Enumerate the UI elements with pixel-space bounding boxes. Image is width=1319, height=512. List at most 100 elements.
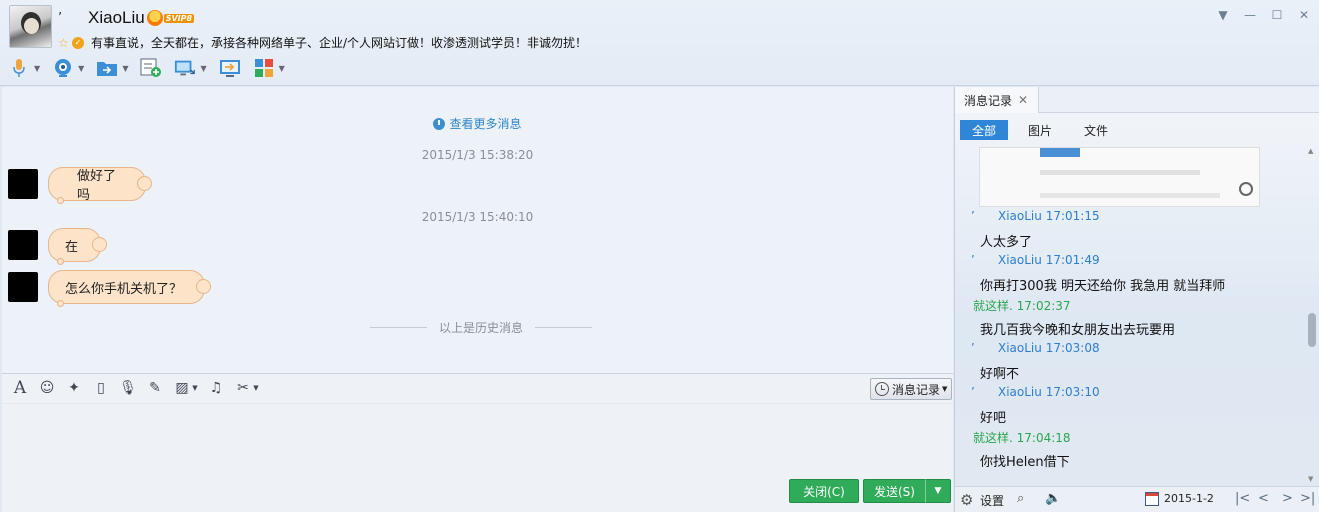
screenshot-video-icon[interactable]: ▯ [92,379,110,397]
window-controls: ▼ — ☐ ✕ [1216,8,1311,22]
remote-assist-button[interactable] [219,55,241,81]
vip-badge[interactable]: SVIP8 [163,13,195,23]
filter-images[interactable]: 图片 [1016,120,1064,140]
input-toolbar: A ☺ ✦ ▯ 🎙 ✎ ▨ ▼ ♫ ✂ ▼ 消息记录 ▼ [2,373,953,403]
history-self-line: 就这样. 17:02:37 [973,299,1071,313]
scroll-down-icon[interactable]: ▼ [1308,475,1313,483]
chevron-down-icon[interactable]: ▼ [253,379,259,397]
add-contact-button[interactable] [140,55,162,81]
message-bubble[interactable]: 做好了吗 [48,167,152,204]
history-message-text: 人太多了 [980,235,1033,250]
tab-message-history[interactable]: 消息记录 ✕ [955,87,1039,113]
next-page-icon[interactable]: > [1282,491,1293,506]
thumbnail-text-line [1040,170,1200,175]
remote-assist-icon [219,57,241,79]
sender-avatar[interactable] [8,230,38,260]
speaker-icon[interactable]: 🔈 [1045,491,1061,506]
contact-name[interactable]: XiaoLiu [88,8,145,28]
message-text: 做好了吗 [77,169,117,203]
chat-header: ’ XiaoLiu SVIP8 ☆ ✓ 有事直说，全天都在，承接各种网络单子、企… [0,0,1319,86]
last-page-icon[interactable]: >| [1300,491,1315,506]
history-list[interactable]: ’ XiaoLiu 17:01:15 人太多了 ’ XiaoLiu 17:01:49… [955,145,1303,485]
message-bubble[interactable]: 在 [48,228,108,265]
history-message-text: 你再打300我 明天还给你 我急用 就当拜师 [980,279,1226,294]
history-self-line: 就这样. 17:04:18 [973,431,1071,445]
zoom-in-icon[interactable] [1239,182,1253,196]
voice-message-icon[interactable]: 🎙 [119,379,137,397]
panel-tab-bar: 消息记录 ✕ [955,87,1319,113]
font-icon[interactable]: A [11,378,29,398]
sender-mark: ’ [971,209,975,223]
edit-icon[interactable]: ✎ [146,379,164,397]
image-icon[interactable]: ▨ [173,379,191,397]
chevron-down-icon[interactable]: ▼ [34,64,40,73]
sender-avatar[interactable] [8,169,38,199]
scroll-up-icon[interactable]: ▲ [1308,147,1313,155]
scissors-icon[interactable]: ✂ [234,379,252,397]
signature-row: ☆ ✓ 有事直说，全天都在，承接各种网络单子、企业/个人网站订做！收渗透测试学员… [58,34,587,51]
screen-share-button[interactable]: ▼ [174,55,207,81]
history-date[interactable]: 2015-1-2 [1164,492,1214,505]
message-item: 做好了吗 [8,167,152,204]
message-bubble[interactable]: 怎么你手机关机了？ [48,270,212,307]
send-options-button[interactable]: ▼ [925,479,951,503]
dropdown-icon[interactable]: ▼ [1216,8,1230,22]
first-page-icon[interactable]: |< [1235,491,1250,506]
separator-line [370,327,427,328]
history-sender-line: ’ XiaoLiu 17:01:49 [955,253,1303,267]
chevron-down-icon[interactable]: ▼ [200,64,206,73]
file-transfer-icon [96,57,118,79]
maximize-icon[interactable]: ☐ [1270,8,1284,22]
previous-page-icon[interactable]: < [1258,491,1269,506]
message-timestamp: 2015/1/3 15:40:10 [421,210,534,224]
message-history-button[interactable]: 消息记录 ▼ [870,378,952,400]
voice-call-button[interactable]: ▼ [8,55,40,81]
settings-button[interactable]: 设置 [980,492,1004,509]
chevron-down-icon[interactable]: ▼ [122,64,128,73]
contact-avatar[interactable] [9,5,52,48]
apps-button[interactable]: ▼ [253,55,285,81]
minimize-icon[interactable]: — [1243,8,1257,22]
vip-icon [146,10,163,26]
chevron-down-icon: ▼ [942,385,948,393]
history-sender-text: XiaoLiu 17:01:49 [998,253,1100,267]
video-call-button[interactable]: ▼ [52,55,84,81]
history-filter-tabs: 全部 图片 文件 [960,120,1128,140]
emoji-icon[interactable]: ☺ [38,379,56,397]
history-message-text: 我几百我今晚和女朋友出去玩要用 [980,323,1176,338]
magic-wand-icon[interactable]: ✦ [65,379,83,397]
chevron-down-icon[interactable]: ▼ [192,379,198,397]
contact-signature: 有事直说，全天都在，承接各种网络单子、企业/个人网站订做！收渗透测试学员！非诚勿… [91,36,588,50]
more-history-link[interactable]: 查看更多消息 [2,115,953,132]
send-file-button[interactable]: ▼ [96,55,128,81]
close-icon[interactable]: ✕ [1297,8,1311,22]
message-item: 在 [8,228,108,265]
sender-avatar[interactable] [8,272,38,302]
history-message-text: 你找Helen借下 [980,455,1070,470]
message-item: 怎么你手机关机了？ [8,270,212,307]
contact-name-row: ’ XiaoLiu SVIP8 [58,8,195,28]
add-contact-icon [140,57,162,79]
filter-all[interactable]: 全部 [960,120,1008,140]
scrollbar-thumb[interactable] [1308,313,1316,347]
gear-icon[interactable]: ⚙ [960,491,973,509]
chevron-down-icon[interactable]: ▼ [279,64,285,73]
thumbnail-button-shape [1040,148,1080,157]
sender-mark: ’ [971,253,975,267]
close-button[interactable]: 关闭(C) [789,479,859,503]
search-icon[interactable]: ⌕ [1017,491,1024,506]
thumbnail-text-line [1040,193,1220,198]
chevron-down-icon[interactable]: ▼ [78,64,84,73]
verified-icon: ✓ [72,36,84,49]
calendar-icon[interactable] [1145,492,1159,506]
history-image-thumbnail[interactable] [979,147,1260,207]
chat-messages-area[interactable]: 查看更多消息 2015/1/3 15:38:20 做好了吗 2015/1/3 1… [2,87,953,373]
send-button[interactable]: 发送(S) [863,479,925,503]
filter-files[interactable]: 文件 [1072,120,1120,140]
more-history-label: 查看更多消息 [449,117,522,131]
history-separator: 以上是历史消息 [370,319,593,336]
music-icon[interactable]: ♫ [207,379,225,397]
history-message-text: 好吧 [980,411,1007,426]
history-scrollbar[interactable]: ▲ ▼ [1305,145,1319,485]
close-tab-icon[interactable]: ✕ [1018,93,1028,107]
